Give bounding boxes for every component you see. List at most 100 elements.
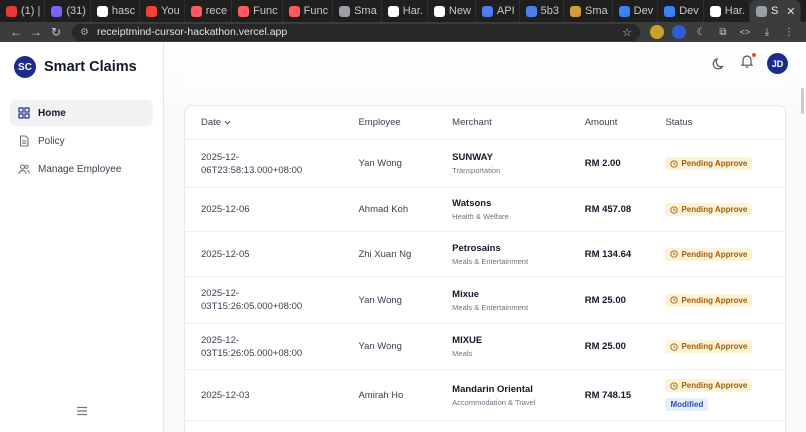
tab-favicon-icon <box>525 5 537 17</box>
tab-title: Dev <box>679 5 699 17</box>
extension-shield-icon[interactable] <box>672 25 686 39</box>
table-row[interactable]: 2025-12- 03T15:26:05.000+08:00 Yan Wong MIX… <box>185 324 785 370</box>
cell-amount: RM 748.15 <box>584 389 632 401</box>
chevron-down-icon <box>224 120 231 125</box>
tab-title: API <box>496 5 515 17</box>
browser-tab[interactable]: You <box>140 0 185 22</box>
browser-tab[interactable]: Har. <box>704 0 750 22</box>
table-row[interactable]: 2025-12- 06T23:58:13.000+08:00 Yan Wong SUN… <box>185 140 785 188</box>
clock-icon <box>670 250 679 258</box>
cell-status: Pending Approve <box>649 157 785 170</box>
browser-tab[interactable]: Func <box>232 0 283 22</box>
tab-title: Sma <box>585 5 608 17</box>
cell-status: Pending Approve <box>649 247 785 261</box>
hamburger-icon[interactable] <box>76 406 88 416</box>
status-badge: Pending Approve <box>665 340 753 353</box>
tab-title: Func <box>253 5 278 17</box>
merchant-name: Watsons <box>452 198 492 209</box>
cell-date: 2025-12-06 <box>185 203 342 216</box>
tab-favicon-icon <box>387 5 399 17</box>
date-line-1: 2025-12- <box>201 288 240 299</box>
merchant-category: Health & Welfare <box>452 212 509 221</box>
status-text: Pending Approve <box>681 295 748 305</box>
tab-favicon-icon <box>190 5 202 17</box>
scrollbar-thumb[interactable] <box>801 88 804 114</box>
tab-favicon-icon <box>288 5 300 17</box>
browser-tab[interactable]: (31) <box>45 0 91 22</box>
modified-badge: Modified <box>665 398 709 411</box>
tab-title: Sma <box>354 5 377 17</box>
tab-favicon-icon <box>6 5 17 17</box>
browser-tab[interactable]: 5b3 <box>520 0 564 22</box>
browser-tab[interactable]: Dev <box>658 0 704 22</box>
sidebar-item-label: Manage Employee <box>38 163 122 175</box>
cell-merchant: SUNWAY Transportation <box>436 152 569 175</box>
browser-tab[interactable]: S ✕ <box>749 0 801 22</box>
close-tab-icon[interactable]: ✕ <box>786 5 795 18</box>
browser-tab[interactable]: (1) | <box>0 0 46 22</box>
cell-date: 2025-12- 06T23:58:13.000+08:00 <box>185 151 342 177</box>
table-row[interactable]: 2025-12- 03T15:26:05.000+08:00 Yan Wong Mix… <box>185 277 785 324</box>
back-icon[interactable]: ← <box>6 25 26 39</box>
browser-tab[interactable]: API <box>476 0 520 22</box>
browser-menu-icon[interactable]: ⋮ <box>782 25 796 39</box>
tab-title: Dev <box>633 5 654 17</box>
sidebar-item-home[interactable]: Home <box>10 100 153 126</box>
status-text: Pending Approve <box>681 205 748 214</box>
merchant-category: Meals <box>452 349 473 358</box>
browser-tab[interactable]: rece <box>185 0 233 22</box>
tab-title: 5b3 <box>540 5 559 17</box>
extensions-puzzle-icon[interactable]: ⧉ <box>716 25 730 39</box>
sidebar-item-policy[interactable]: Policy <box>10 128 153 154</box>
browser-tab[interactable]: Dev <box>613 0 659 22</box>
browser-toolbar: ← → ↻ ⚙ receiptmind-cursor-hackathon.ver… <box>0 22 806 42</box>
clock-icon <box>670 381 679 390</box>
cell-employee: Amirah Ho <box>358 389 404 401</box>
download-icon[interactable]: ⤓ <box>760 25 774 39</box>
grid-icon <box>18 107 30 119</box>
cell-amount: RM 25.00 <box>584 294 626 306</box>
browser-tab[interactable]: Har. <box>382 0 428 22</box>
table-row[interactable]: 2025-12-03 Amirah Ho Mandarin Oriental Acco… <box>185 370 785 421</box>
reload-icon[interactable]: ↻ <box>46 25 66 39</box>
table-row[interactable]: 2025-12-06 Ahmad Koh Watsons Health & Welfa… <box>185 188 785 232</box>
date-line-1: 2025-12-06 <box>201 204 250 215</box>
tab-favicon-icon <box>238 5 250 17</box>
cell-date: 2025-12-05 <box>185 248 342 261</box>
theme-moon-icon[interactable] <box>711 56 727 72</box>
address-bar[interactable]: ⚙ receiptmind-cursor-hackathon.vercel.ap… <box>72 23 640 41</box>
extension-k-icon[interactable] <box>650 25 664 39</box>
sidebar-item-manage-employee[interactable]: Manage Employee <box>10 156 153 182</box>
cell-amount: RM 457.08 <box>584 204 632 215</box>
site-info-icon[interactable]: ⚙ <box>80 27 89 38</box>
tab-title: Har. <box>402 5 423 17</box>
notifications-button[interactable] <box>727 53 756 74</box>
tab-title: You <box>161 5 180 17</box>
dark-mode-extension-icon[interactable]: ☾ <box>694 25 708 39</box>
tab-title: (31) <box>66 5 86 17</box>
browser-tab[interactable]: Sma <box>333 0 382 22</box>
status-badge: Pending Approve <box>665 157 753 170</box>
table-row[interactable]: 2025-12-05 Zhi Xuan Ng Petrosains Meals & E… <box>185 232 785 277</box>
tab-title: S <box>770 5 779 17</box>
new-tab-button[interactable]: + <box>801 3 806 19</box>
tab-favicon-icon <box>433 5 445 17</box>
forward-icon[interactable]: → <box>26 25 46 39</box>
browser-tab[interactable]: Func <box>283 0 334 22</box>
user-avatar[interactable]: JD <box>767 53 788 74</box>
browser-tab[interactable]: New <box>428 0 476 22</box>
filter-bar[interactable] <box>184 60 786 96</box>
devtools-icon[interactable]: <> <box>738 25 752 39</box>
brand[interactable]: SC Smart Claims <box>0 42 163 92</box>
tab-favicon-icon <box>618 5 630 17</box>
merchant-name: Mandarin Oriental <box>452 383 533 395</box>
cell-date: 2025-12-03 <box>185 389 342 402</box>
status-badge: Pending Approve <box>665 247 753 261</box>
tab-title: New <box>448 5 471 17</box>
browser-tab[interactable]: Sma <box>564 0 613 22</box>
brand-logo: SC <box>14 56 36 78</box>
bookmark-star-icon[interactable]: ☆ <box>622 26 632 39</box>
status-text: Pending Approve <box>681 159 748 168</box>
browser-tab[interactable]: hasc <box>91 0 141 22</box>
column-date[interactable]: Date <box>185 116 342 129</box>
